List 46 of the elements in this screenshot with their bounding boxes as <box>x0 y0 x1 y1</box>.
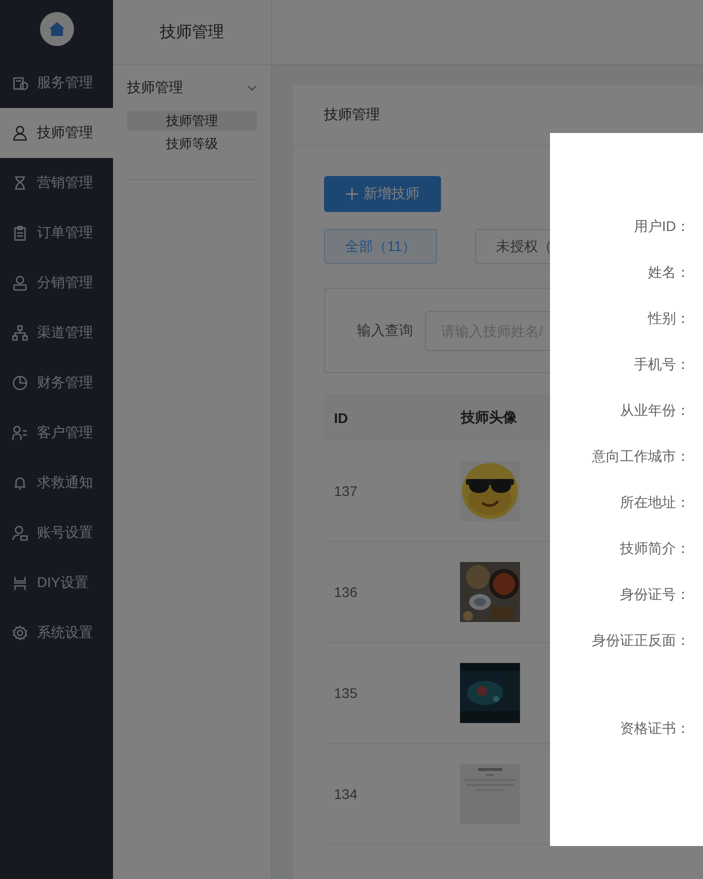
sidebar-item[interactable]: 账号设置 <box>0 508 113 558</box>
plus-icon <box>346 188 358 200</box>
chevron-icon <box>247 83 257 93</box>
field-label: 用户ID： <box>634 218 690 234</box>
sidebar-item[interactable]: 求救通知 <box>0 458 113 508</box>
menu-group[interactable]: 技师管理 <box>127 65 257 111</box>
clipboard-icon <box>12 225 28 241</box>
field-label: 所在地址： <box>620 494 690 510</box>
field-label: 技师简介： <box>620 540 690 556</box>
field-label: 姓名： <box>648 264 690 280</box>
column-header: ID <box>324 394 460 441</box>
hourglass-icon <box>12 175 28 191</box>
user-icon <box>12 125 28 141</box>
pie-chart-icon <box>12 375 28 391</box>
sidebar-item[interactable]: 订单管理 <box>0 208 113 258</box>
submenu-item[interactable]: 技师管理 <box>127 111 257 131</box>
calendar-icon <box>12 75 28 91</box>
sidebar-item[interactable]: 服务管理 <box>0 58 113 108</box>
field-label: 意向工作城市： <box>592 448 690 464</box>
user-icon <box>12 525 28 541</box>
field-label: 性别： <box>648 310 690 326</box>
search-label: 输入查询 <box>357 322 413 340</box>
sidebar-item[interactable]: 客户管理 <box>0 408 113 458</box>
bell-icon <box>12 475 28 491</box>
sidebar-item[interactable]: 技师管理 <box>0 108 113 158</box>
sidebar-item[interactable]: 渠道管理 <box>0 308 113 358</box>
field-label: 手机号： <box>634 356 690 372</box>
sidebar-item[interactable]: 系统设置 <box>0 608 113 658</box>
sidebar-item[interactable]: DIY设置 <box>0 558 113 608</box>
sidebar-item[interactable]: 营销管理 <box>0 158 113 208</box>
users-icon <box>12 425 28 441</box>
sidebar-item[interactable]: 分销管理 <box>0 258 113 308</box>
panel-title: 技师管理 <box>113 0 271 65</box>
filter-tab[interactable]: 全部（11） <box>324 229 437 264</box>
add-technician-button[interactable]: 新增技师 <box>324 176 441 212</box>
sidebar-item[interactable]: 财务管理 <box>0 358 113 408</box>
field-label: 身份证正反面： <box>592 632 690 648</box>
home-logo-icon <box>40 12 74 46</box>
field-label: 资格证书： <box>620 720 690 736</box>
settings-icon <box>12 625 28 641</box>
hierarchy-icon <box>12 325 28 341</box>
user-icon <box>12 275 28 291</box>
submenu-item[interactable]: 技师等级 <box>127 134 257 154</box>
layout-icon <box>12 575 28 591</box>
field-label: 身份证号： <box>620 586 690 602</box>
field-label: 从业年份： <box>620 402 690 418</box>
